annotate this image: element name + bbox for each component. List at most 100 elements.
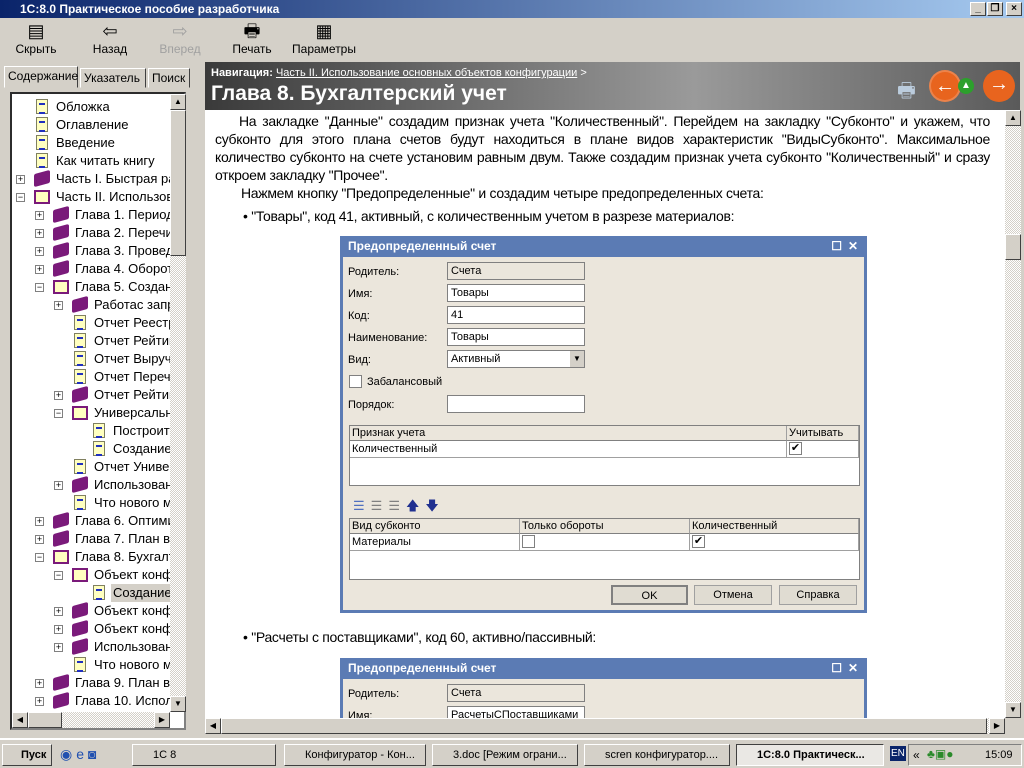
next-page-button[interactable]: → xyxy=(983,70,1015,102)
add-row-icon[interactable]: ☰ xyxy=(353,498,371,513)
maximize-icon[interactable]: ☐ xyxy=(831,236,842,257)
tree-item[interactable]: − Глава 8. Бухгалт xyxy=(12,548,182,566)
tree-item[interactable]: Создание xyxy=(12,584,182,602)
table-cell[interactable]: Материалы xyxy=(350,534,520,551)
close-icon[interactable]: ✕ xyxy=(848,236,858,257)
tree-item[interactable]: + Объект конфи xyxy=(12,619,182,638)
tab-search[interactable]: Поиск xyxy=(148,68,190,88)
tab-index[interactable]: Указатель xyxy=(80,68,146,88)
expand-icon[interactable]: + xyxy=(35,697,44,706)
tree-item[interactable]: + Отчет Рейтин xyxy=(12,385,182,404)
scroll-down-button[interactable]: ▼ xyxy=(1005,702,1021,718)
tree-item[interactable]: + Глава 7. План ви xyxy=(12,529,182,548)
breadcrumb-link[interactable]: Часть II. Использование основных объекто… xyxy=(276,67,577,79)
description-field[interactable]: Товары xyxy=(447,328,585,346)
expand-icon[interactable]: + xyxy=(35,211,44,220)
parent-field[interactable]: Счета xyxy=(447,684,585,702)
tree-item[interactable]: + Объект конфи xyxy=(12,601,182,620)
print-button[interactable]: 🖶 Печать xyxy=(230,20,274,56)
offbalance-checkbox[interactable] xyxy=(349,375,362,388)
tree-item[interactable]: + Глава 3. Провед xyxy=(12,241,182,260)
order-field[interactable] xyxy=(447,395,585,413)
scroll-down-button[interactable]: ▼ xyxy=(170,696,186,712)
tree-item[interactable]: + Работас запр xyxy=(12,295,182,314)
restore-button[interactable]: ❐ xyxy=(987,2,1003,16)
tree-item[interactable]: − Объект конфи xyxy=(12,566,182,584)
table-cell[interactable] xyxy=(520,534,690,551)
table-cell[interactable]: ✔ xyxy=(690,534,859,551)
content-vertical-scrollbar[interactable]: ▲ ▼ xyxy=(1005,110,1021,718)
close-icon[interactable]: ✕ xyxy=(848,658,858,679)
print-page-icon[interactable]: 🖶 xyxy=(897,76,916,110)
tree-item[interactable]: Построите xyxy=(12,422,182,440)
hide-button[interactable]: ▤ Скрыть xyxy=(14,20,58,56)
tree-vertical-scrollbar[interactable]: ▲ ▼ xyxy=(170,94,186,712)
collapse-icon[interactable]: − xyxy=(35,553,44,562)
name-field[interactable]: РасчетыСПоставщиками xyxy=(447,706,585,718)
tree-item[interactable]: + Глава 6. Оптими xyxy=(12,511,182,530)
edit-row-icon[interactable]: ☰ xyxy=(371,498,389,513)
tree-item[interactable]: Отчет Универ xyxy=(12,458,182,476)
code-field[interactable]: 41 xyxy=(447,306,585,324)
kind-select[interactable]: Активный ▼ xyxy=(447,350,585,368)
start-button[interactable]: Пуск xyxy=(2,744,52,766)
expand-icon[interactable]: + xyxy=(35,535,44,544)
scroll-right-button[interactable]: ▶ xyxy=(989,718,1005,734)
params-button[interactable]: ▦ Параметры xyxy=(292,20,356,56)
content-horizontal-scrollbar[interactable]: ◀ ▶ xyxy=(205,718,1005,734)
subconto-table[interactable]: Вид субконто Только обороты Количественн… xyxy=(349,518,860,580)
forward-button[interactable]: ⇨ Вперед xyxy=(158,20,202,56)
collapse-icon[interactable]: − xyxy=(54,571,63,580)
task-1c-active[interactable]: 1С:8.0 Практическ... xyxy=(736,744,884,766)
tree-item[interactable]: − Универсальн xyxy=(12,404,182,422)
tree-item[interactable]: − Часть II. Использов xyxy=(12,188,182,206)
language-indicator[interactable]: EN xyxy=(890,746,906,761)
help-button[interactable]: Справка xyxy=(779,585,857,605)
tree-item[interactable]: + Использовани xyxy=(12,637,182,656)
move-up-icon[interactable]: 🡅 xyxy=(406,498,425,513)
delete-row-icon[interactable]: ☰ xyxy=(388,498,406,513)
table-cell[interactable]: ✔ xyxy=(787,441,859,458)
table-cell[interactable]: Количественный xyxy=(350,441,787,458)
scroll-thumb[interactable] xyxy=(170,110,186,256)
collapse-icon[interactable]: − xyxy=(35,283,44,292)
ok-button[interactable]: OK xyxy=(611,585,688,605)
maximize-icon[interactable]: ☐ xyxy=(831,658,842,679)
tree-item[interactable]: Отчет Выручк xyxy=(12,350,182,368)
task-configurator[interactable]: Конфигуратор - Кон... xyxy=(284,744,426,766)
scroll-up-button[interactable]: ▲ xyxy=(170,94,186,110)
name-field[interactable]: Товары xyxy=(447,284,585,302)
tree-item[interactable]: + Использовани xyxy=(12,475,182,494)
expand-icon[interactable]: + xyxy=(16,175,25,184)
scroll-right-button[interactable]: ▶ xyxy=(154,712,170,728)
tray-expand-icon[interactable]: « xyxy=(913,748,920,762)
scroll-up-button[interactable]: ▲ xyxy=(1005,110,1021,126)
tree-item[interactable]: Что нового м xyxy=(12,494,182,512)
scroll-left-button[interactable]: ◀ xyxy=(205,718,221,734)
hscroll-thumb[interactable] xyxy=(221,718,987,734)
task-scren[interactable]: scren конфигуратор.... xyxy=(584,744,730,766)
back-button[interactable]: ⇦ Назад xyxy=(88,20,132,56)
expand-icon[interactable]: + xyxy=(35,517,44,526)
tree-item[interactable]: Как читать книгу xyxy=(12,152,182,170)
tree-item[interactable]: Создание xyxy=(12,440,182,458)
tab-contents[interactable]: Содержание xyxy=(4,66,78,88)
track-checkbox[interactable]: ✔ xyxy=(789,442,802,455)
tree-item[interactable]: Отчет Рейтин xyxy=(12,332,182,350)
tree-item[interactable]: + Глава 10. Испол xyxy=(12,691,182,710)
tree-item[interactable]: + Глава 9. План ви xyxy=(12,673,182,692)
scroll-thumb[interactable] xyxy=(1005,234,1021,260)
collapse-icon[interactable]: − xyxy=(54,409,63,418)
tree-item[interactable]: Оглавление xyxy=(12,116,182,134)
expand-icon[interactable]: + xyxy=(54,391,63,400)
expand-icon[interactable]: + xyxy=(35,265,44,274)
minimize-button[interactable]: _ xyxy=(970,2,986,16)
scroll-left-button[interactable]: ◀ xyxy=(12,712,28,728)
expand-icon[interactable]: + xyxy=(35,247,44,256)
expand-icon[interactable]: + xyxy=(54,625,63,634)
collapse-icon[interactable]: − xyxy=(16,193,25,202)
quantity-checkbox[interactable]: ✔ xyxy=(692,535,705,548)
hscroll-thumb[interactable] xyxy=(28,712,62,728)
tree-item[interactable]: − Глава 5. Создан xyxy=(12,278,182,296)
accounting-flags-table[interactable]: Признак учета Учитывать Количественный ✔ xyxy=(349,425,860,486)
